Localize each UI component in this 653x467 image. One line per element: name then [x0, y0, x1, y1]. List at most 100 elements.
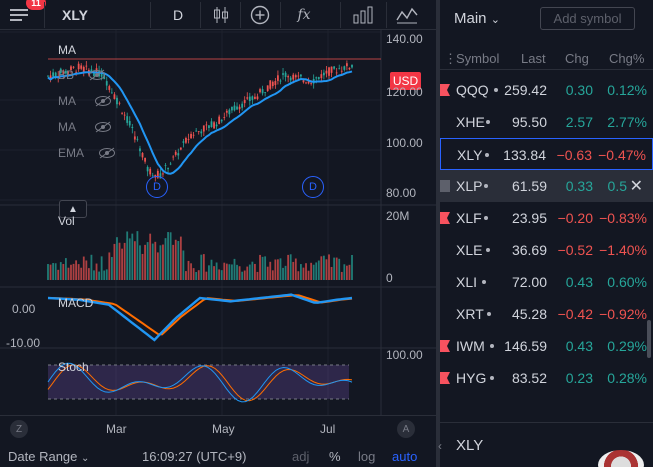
candle-body — [345, 63, 348, 67]
column-header-symbol[interactable]: Symbol — [456, 51, 499, 66]
watchlist-row[interactable]: XHE 95.50 2.57 2.77% — [440, 106, 653, 138]
legend-row[interactable]: MA — [58, 120, 112, 134]
watchlist-row[interactable]: QQQ 259.42 0.30 0.12% — [440, 74, 653, 106]
eye-off-icon[interactable] — [88, 69, 106, 81]
price-axis-label: 80.00 — [386, 186, 417, 200]
volume-bar — [108, 252, 111, 280]
watchlist-row[interactable]: XLY 133.84 −0.63 −0.47% — [440, 138, 653, 170]
interval-button[interactable]: D — [160, 0, 196, 30]
candle-body — [241, 103, 244, 108]
volume-bar — [131, 233, 134, 280]
volume-bar — [225, 263, 228, 280]
candle-body — [305, 82, 307, 84]
volume-bar — [59, 262, 62, 280]
watchlist-row[interactable]: XRT 45.28 −0.42 −0.92% — [440, 298, 653, 330]
date-range-button[interactable]: Date Range ⌄ — [8, 449, 89, 464]
volume-bar — [52, 263, 55, 280]
column-header-chg[interactable]: Chg — [565, 51, 589, 66]
row-last-price: 259.42 — [504, 82, 547, 98]
eye-off-icon[interactable] — [94, 95, 112, 107]
percent-scale-button[interactable]: % — [329, 449, 341, 464]
details-symbol[interactable]: XLY — [456, 437, 483, 454]
candle-body — [322, 72, 325, 76]
watchlist-row[interactable]: XLF 23.95 −0.20 −0.83% — [440, 202, 653, 234]
flag-icon[interactable] — [440, 180, 450, 192]
auto-scale-button[interactable]: A — [397, 420, 415, 438]
volume-bar — [317, 260, 320, 280]
volume-bar — [307, 270, 310, 280]
volume-bar — [159, 245, 162, 280]
flag-icon[interactable] — [440, 212, 450, 224]
eye-off-icon[interactable] — [98, 147, 116, 159]
volume-bar — [185, 271, 187, 280]
add-indicator-button[interactable] — [245, 0, 275, 30]
candle-body — [108, 86, 111, 90]
clock-display[interactable]: 16:09:27 (UTC+9) — [142, 449, 246, 464]
indicators-button[interactable]: fx — [288, 0, 320, 30]
flag-icon[interactable] — [440, 340, 450, 352]
volume-bar — [200, 254, 203, 280]
watchlist-row[interactable]: IWM 146.59 0.43 0.29% — [440, 330, 653, 362]
legend-row[interactable]: MA — [58, 94, 112, 108]
volume-bar — [182, 250, 185, 280]
templates-button[interactable] — [392, 0, 422, 30]
chart-style-button[interactable] — [206, 0, 236, 30]
volume-bar — [172, 244, 175, 280]
volume-bar — [215, 262, 218, 280]
candle-body — [246, 97, 249, 99]
watchlist-row[interactable]: XLE 36.69 −0.52 −1.40% — [440, 234, 653, 266]
volume-bar — [121, 248, 123, 280]
column-header-chg-pct[interactable]: Chg% — [609, 51, 644, 66]
volume-bar — [248, 264, 251, 280]
flag-icon[interactable] — [440, 372, 450, 384]
main-pane-label[interactable]: MA — [58, 43, 76, 57]
volume-bar — [348, 264, 351, 280]
plot-area[interactable]: MA BB MA MA EMA ▲ D D Vol MACD Stoch 140… — [0, 30, 436, 415]
volume-bar — [271, 270, 274, 280]
legend-indicator-name: BB — [58, 68, 75, 82]
compare-button[interactable] — [348, 0, 378, 30]
symbol-search-button[interactable]: XLY — [52, 0, 102, 30]
volume-bar — [256, 271, 259, 280]
time-axis[interactable]: Z Mar May Jul A — [0, 415, 436, 439]
candle-body — [210, 121, 213, 127]
watchlist-row[interactable]: XLI 72.00 0.43 0.60% — [440, 266, 653, 298]
volume-bar — [246, 266, 249, 280]
add-symbol-button[interactable]: Add symbol — [540, 7, 635, 30]
zoom-reset-button[interactable]: Z — [10, 420, 28, 438]
macd-pane-label[interactable]: MACD — [58, 296, 93, 310]
watchlist-scrollbar[interactable] — [647, 320, 651, 358]
macd-axis-label: -10.00 — [6, 336, 41, 350]
volume-pane-label[interactable]: Vol — [58, 214, 75, 228]
toolbar-divider — [44, 2, 45, 28]
watchlist-selector[interactable]: Main ⌄ — [454, 10, 500, 27]
volume-bar — [49, 264, 52, 280]
row-change: 0.33 — [565, 178, 593, 194]
adjust-button[interactable]: adj — [292, 449, 309, 464]
row-last-price: 61.59 — [511, 178, 547, 194]
stoch-pane-label[interactable]: Stoch — [58, 360, 89, 374]
avatar[interactable] — [598, 450, 644, 467]
menu-button[interactable]: 11 — [4, 0, 46, 30]
remove-icon[interactable]: ✕ — [630, 176, 643, 196]
row-change: 0.30 — [565, 82, 593, 98]
volume-bar — [335, 257, 338, 280]
watchlist-row[interactable]: HYG 83.52 0.23 0.28% — [440, 362, 653, 394]
dividend-event-marker[interactable]: D — [146, 176, 168, 198]
candle-body — [195, 130, 198, 132]
watchlist-row[interactable]: XLP 61.59 0.33 0.5 ✕ — [440, 170, 653, 202]
chevron-left-icon[interactable]: ‹ — [438, 439, 442, 453]
log-scale-button[interactable]: log — [358, 449, 375, 464]
legend-row[interactable]: BB — [58, 68, 106, 82]
legend-row[interactable]: EMA — [58, 146, 116, 160]
price-axis-label: 140.00 — [386, 32, 423, 46]
watchlist-panel: Main ⌄ Add symbol ⋮ Symbol Last Chg Chg%… — [438, 0, 653, 467]
flag-icon[interactable] — [440, 84, 450, 96]
candle-body — [225, 110, 228, 113]
auto-scale-toggle[interactable]: auto — [392, 449, 417, 464]
dividend-event-marker[interactable]: D — [302, 176, 324, 198]
candle-body — [128, 121, 131, 126]
column-header-last[interactable]: Last — [521, 51, 546, 66]
eye-off-icon[interactable] — [94, 121, 112, 133]
volume-bar — [223, 262, 226, 280]
